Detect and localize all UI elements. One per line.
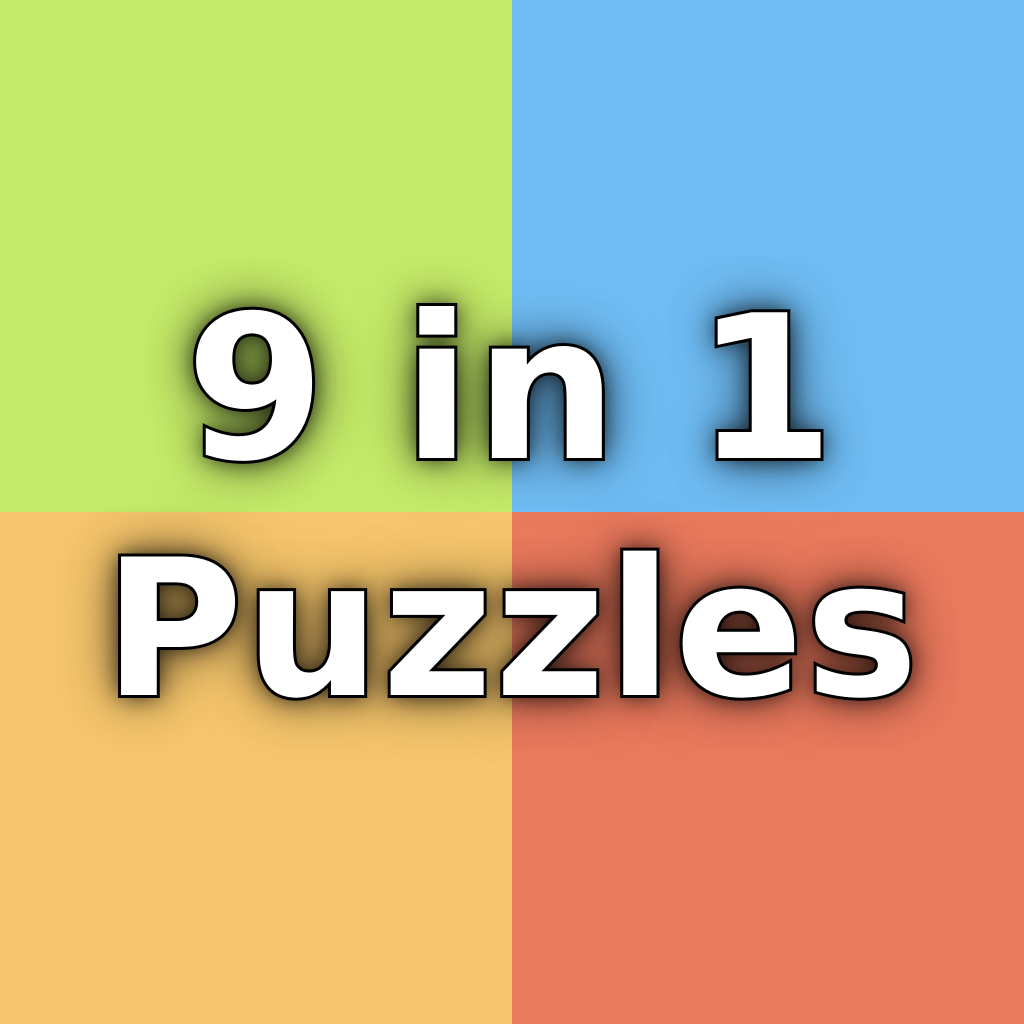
app-icon: 9 in 1 Puzzles — [0, 0, 1024, 1024]
title-line-2: Puzzles — [101, 519, 922, 740]
title-line-1: 9 in 1 — [183, 273, 839, 506]
